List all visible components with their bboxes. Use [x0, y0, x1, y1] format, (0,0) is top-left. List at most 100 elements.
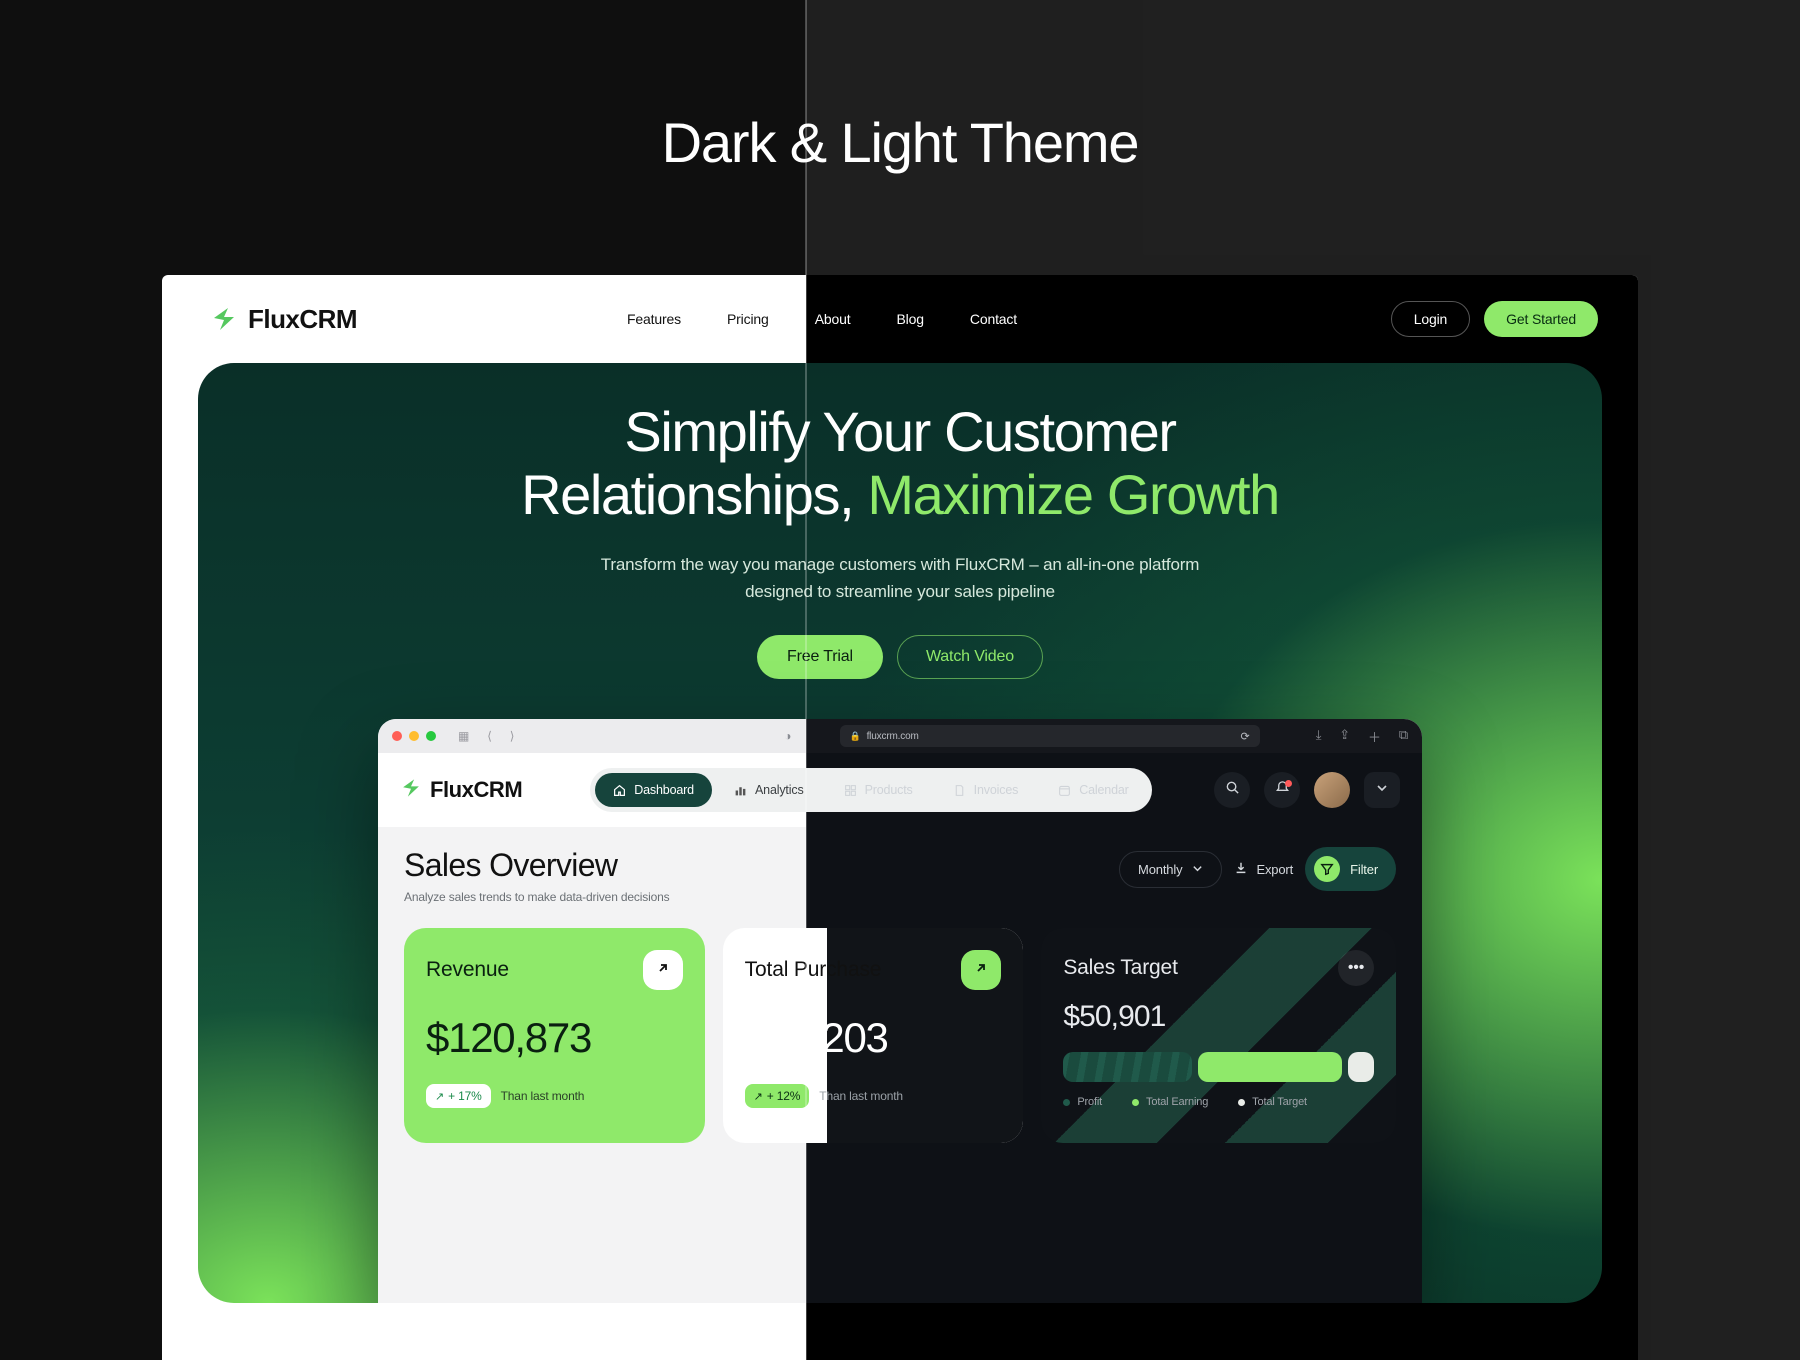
legend-dot-icon: [1063, 1099, 1070, 1106]
page-title: Dark & Light Theme: [0, 0, 1800, 175]
hero-headline-line2: Relationships,: [521, 463, 867, 526]
nav-right: Login Get Started: [1391, 301, 1598, 337]
search-button[interactable]: [1214, 772, 1250, 808]
app-brand-name: FluxCRM: [430, 777, 522, 803]
filter-button[interactable]: Filter: [1305, 847, 1396, 891]
legend-label: Total Target: [1252, 1096, 1307, 1108]
legend-item-target: Total Target: [1238, 1096, 1307, 1108]
nav-link-about[interactable]: About: [815, 311, 851, 327]
export-button[interactable]: Export: [1234, 861, 1293, 878]
card-sales-target: Sales Target ••• $50,901 Profit: [1041, 928, 1396, 1143]
chevron-down-icon: [1376, 781, 1388, 799]
back-icon[interactable]: ⟨: [487, 729, 492, 743]
card-value: $89,203: [745, 1014, 1002, 1062]
lock-icon: 🔒: [850, 731, 861, 742]
watch-video-button[interactable]: Watch Video: [897, 635, 1043, 679]
share-icon[interactable]: ⇪: [1339, 727, 1350, 746]
notifications-button[interactable]: [1264, 772, 1300, 808]
delta-chip: ↗ + 12%: [745, 1084, 810, 1108]
nav-link-features[interactable]: Features: [627, 311, 681, 327]
minimize-dot-icon[interactable]: [409, 731, 419, 741]
notification-badge: [1285, 780, 1292, 787]
delta-value: + 12%: [767, 1089, 801, 1103]
tab-calendar[interactable]: Calendar: [1040, 773, 1146, 807]
tabs-overview-icon[interactable]: ⧉: [1399, 727, 1408, 746]
tab-label: Analytics: [755, 783, 804, 797]
filter-label: Filter: [1350, 862, 1378, 877]
free-trial-button[interactable]: Free Trial: [757, 635, 883, 679]
card-title: Sales Target: [1063, 956, 1177, 980]
tab-invoices[interactable]: Invoices: [935, 773, 1037, 807]
avatar[interactable]: [1314, 772, 1350, 808]
tab-label: Dashboard: [634, 783, 694, 797]
nav-link-contact[interactable]: Contact: [970, 311, 1017, 327]
hero: Simplify Your Customer Relationships, Ma…: [198, 363, 1602, 1303]
app-body: Sales Overview Analyze sales trends to m…: [378, 827, 1422, 1143]
hero-content: Simplify Your Customer Relationships, Ma…: [198, 363, 1602, 679]
target-progress-bar: [1063, 1052, 1374, 1082]
hero-sub-line1: Transform the way you manage customers w…: [601, 555, 1200, 574]
card-footer: ↗ + 12% Than last month: [745, 1084, 1002, 1108]
forward-icon[interactable]: ⟩: [510, 729, 515, 743]
card-header: Total Purchase: [745, 950, 1002, 990]
nav-links: Features Pricing About Blog Contact: [627, 311, 1017, 327]
tab-products[interactable]: Products: [826, 773, 931, 807]
hero-ctas: Free Trial Watch Video: [198, 635, 1602, 679]
download-icon[interactable]: ⤓: [1316, 727, 1322, 746]
card-total-purchase: Total Purchase $89,203 ↗ + 12% Than las: [723, 928, 1024, 1143]
landing-page-preview: FluxCRM Features Pricing About Blog Cont…: [162, 275, 1638, 1360]
card-header: Sales Target •••: [1063, 950, 1374, 986]
overview-actions: Monthly Export Filter: [1119, 847, 1396, 891]
open-card-button[interactable]: [961, 950, 1001, 990]
bars-icon: [734, 784, 747, 797]
legend-item-earning: Total Earning: [1132, 1096, 1208, 1108]
get-started-button[interactable]: Get Started: [1484, 301, 1598, 337]
hero-headline: Simplify Your Customer Relationships, Ma…: [198, 401, 1602, 526]
shield-icon[interactable]: ◑: [784, 729, 791, 743]
card-header: Revenue: [426, 950, 683, 990]
card-title: Revenue: [426, 958, 509, 982]
close-dot-icon[interactable]: [392, 731, 402, 741]
more-horizontal-icon: •••: [1348, 959, 1364, 977]
nav-link-blog[interactable]: Blog: [896, 311, 923, 327]
card-title: Total Purchase: [745, 958, 882, 982]
segment-target: [1348, 1052, 1374, 1082]
export-label: Export: [1256, 862, 1293, 877]
delta-chip: ↗ + 17%: [426, 1084, 491, 1108]
profile-dropdown[interactable]: [1364, 772, 1400, 808]
legend-label: Profit: [1077, 1096, 1102, 1108]
hero-subtext: Transform the way you manage customers w…: [198, 552, 1602, 605]
sidebar-nav-controls: ▦ ⟨ ⟩: [458, 729, 514, 743]
hero-headline-accent: Maximize Growth: [867, 463, 1279, 526]
tab-label: Calendar: [1079, 783, 1128, 797]
legend-label: Total Earning: [1146, 1096, 1208, 1108]
main-nav: FluxCRM Features Pricing About Blog Cont…: [162, 275, 1638, 363]
app-brand[interactable]: FluxCRM: [400, 777, 522, 804]
refresh-icon[interactable]: ⟳: [1240, 730, 1249, 743]
sidebar-toggle-icon[interactable]: ▦: [458, 729, 469, 743]
new-tab-icon[interactable]: ＋: [1368, 727, 1381, 746]
tab-dashboard[interactable]: Dashboard: [595, 773, 712, 807]
search-icon: [1225, 780, 1240, 800]
card-menu-button[interactable]: •••: [1338, 950, 1374, 986]
document-icon: [953, 784, 966, 797]
login-button[interactable]: Login: [1391, 301, 1470, 337]
app-tabs: Dashboard Analytics Products Invoices: [590, 768, 1151, 812]
period-selector[interactable]: Monthly: [1119, 851, 1222, 888]
legend-item-profit: Profit: [1063, 1096, 1102, 1108]
overview-title: Sales Overview: [404, 847, 669, 884]
tab-analytics[interactable]: Analytics: [716, 773, 822, 807]
open-card-button[interactable]: [643, 950, 683, 990]
arrow-up-right-icon: [656, 961, 670, 980]
brand-name: FluxCRM: [248, 304, 357, 335]
grid-icon: [844, 784, 857, 797]
nav-link-pricing[interactable]: Pricing: [727, 311, 769, 327]
dashboard-preview-window: ▦ ⟨ ⟩ ◑ 🔒 fluxcrm.com ⟳ ⤓ ⇪ ＋ ⧉: [378, 719, 1422, 1303]
zoom-dot-icon[interactable]: [426, 731, 436, 741]
filter-icon: [1314, 856, 1340, 882]
segment-earning: [1198, 1052, 1342, 1082]
tab-label: Products: [865, 783, 913, 797]
url-field[interactable]: 🔒 fluxcrm.com ⟳: [840, 725, 1260, 747]
chevron-down-icon: [1192, 862, 1203, 877]
brand[interactable]: FluxCRM: [210, 304, 357, 335]
